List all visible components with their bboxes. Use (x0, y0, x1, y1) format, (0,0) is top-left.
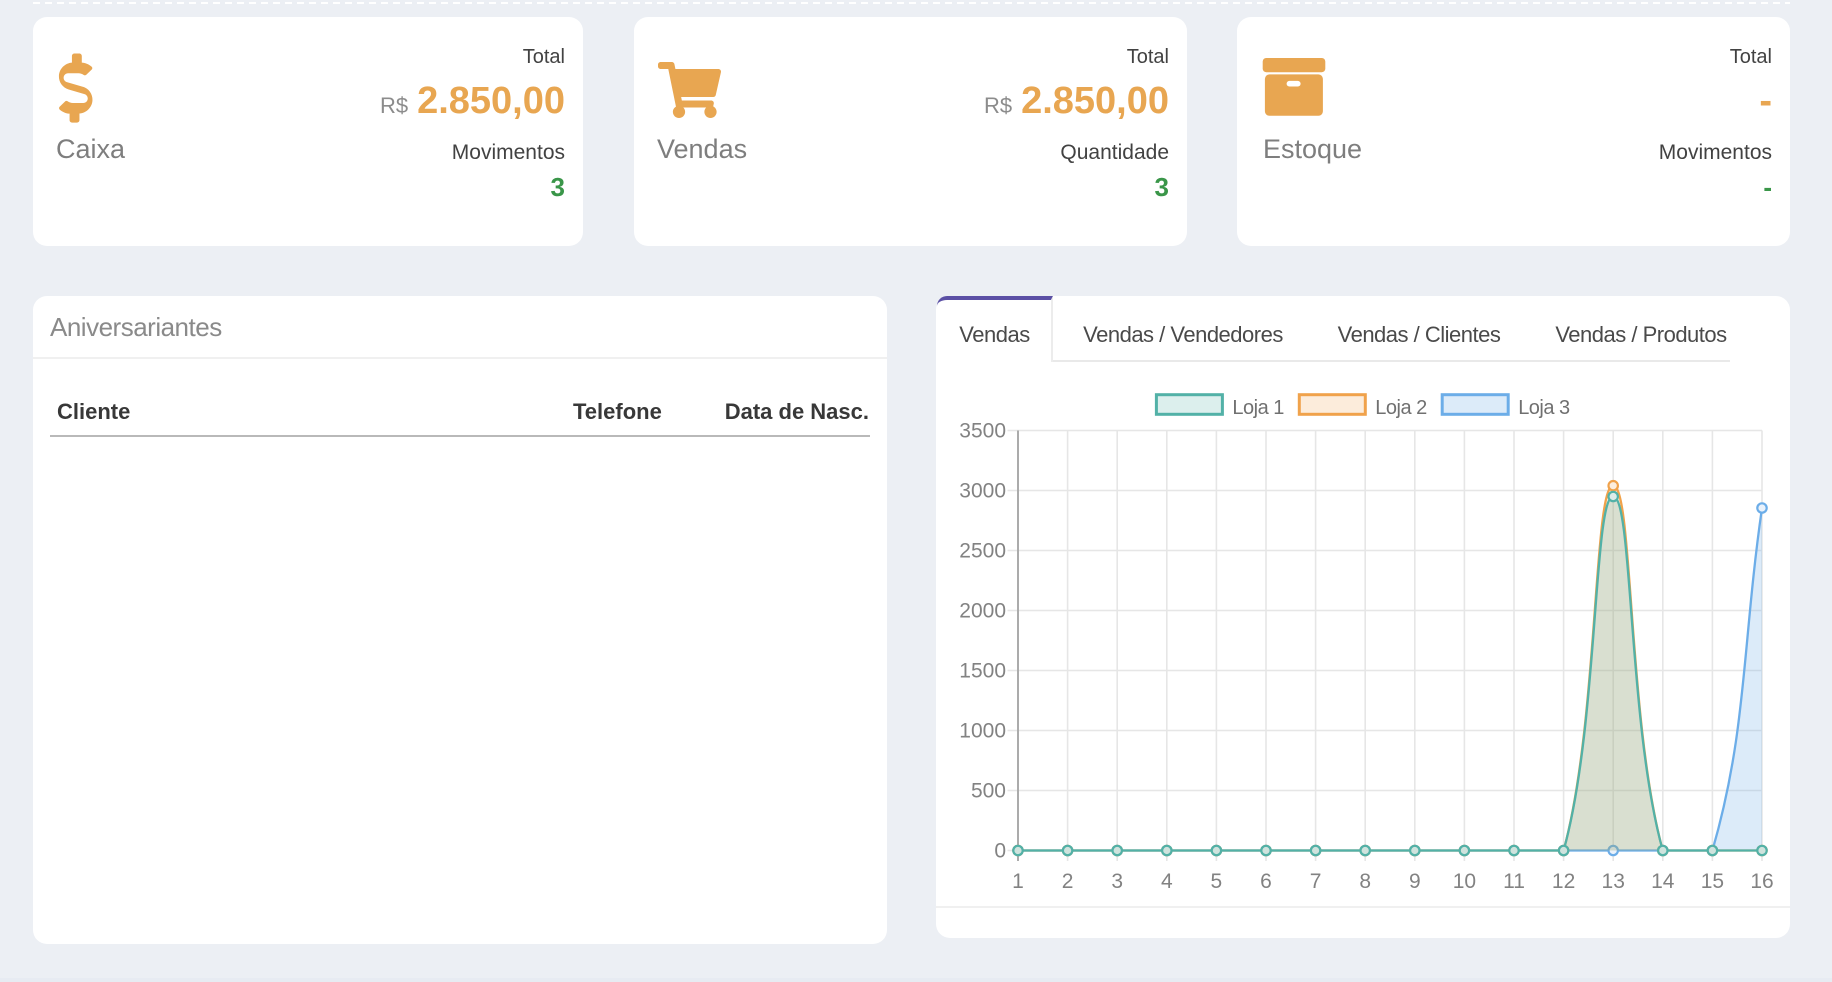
svg-text:11: 11 (1503, 870, 1525, 893)
svg-text:7: 7 (1310, 870, 1322, 893)
svg-text:Loja 1: Loja 1 (1232, 397, 1284, 419)
svg-text:500: 500 (971, 780, 1006, 803)
svg-text:2000: 2000 (959, 600, 1006, 623)
svg-text:6: 6 (1260, 870, 1272, 893)
svg-text:9: 9 (1409, 870, 1421, 893)
svg-text:3500: 3500 (959, 420, 1006, 443)
svg-text:4: 4 (1161, 870, 1173, 893)
svg-text:13: 13 (1602, 870, 1625, 893)
svg-text:15: 15 (1701, 870, 1724, 893)
svg-text:5: 5 (1211, 870, 1223, 893)
svg-text:8: 8 (1359, 870, 1371, 893)
svg-text:0: 0 (994, 840, 1006, 863)
svg-text:1: 1 (1012, 870, 1024, 893)
svg-text:12: 12 (1552, 870, 1575, 893)
svg-text:14: 14 (1651, 870, 1675, 893)
svg-text:Loja 3: Loja 3 (1518, 397, 1570, 419)
svg-text:3000: 3000 (959, 480, 1006, 503)
svg-text:Loja 2: Loja 2 (1375, 397, 1427, 419)
svg-text:1500: 1500 (959, 660, 1006, 683)
svg-text:3: 3 (1111, 870, 1123, 893)
svg-text:2: 2 (1062, 870, 1074, 893)
svg-text:10: 10 (1453, 870, 1476, 893)
svg-text:16: 16 (1750, 870, 1773, 893)
svg-text:1000: 1000 (959, 720, 1006, 743)
svg-text:2500: 2500 (959, 540, 1006, 563)
